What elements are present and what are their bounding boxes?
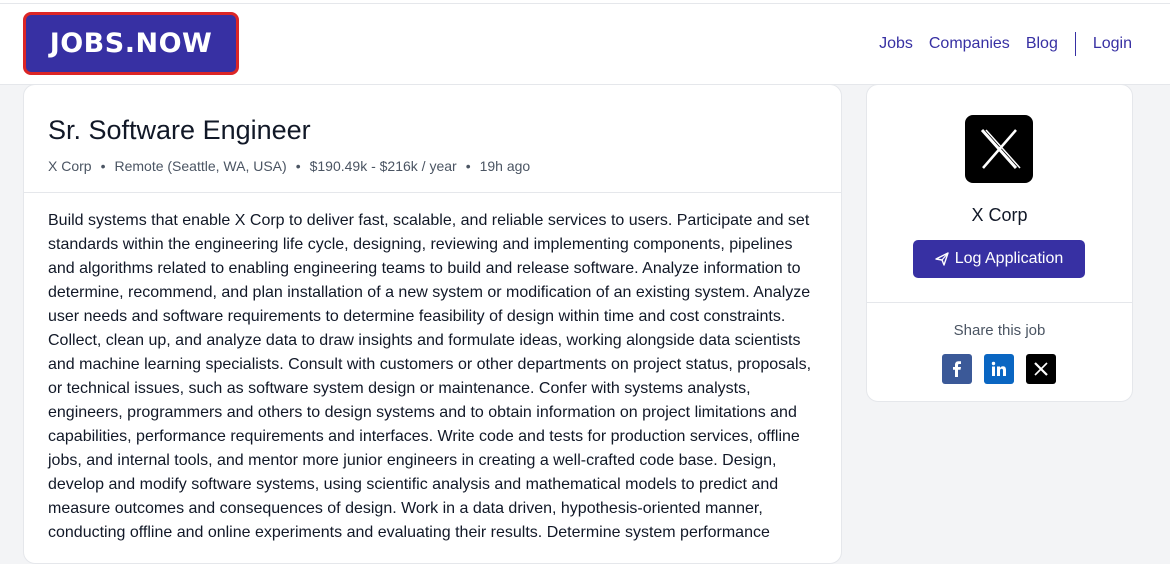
nav-login-link[interactable]: Login — [1093, 35, 1132, 53]
company-name[interactable]: X Corp — [867, 205, 1132, 226]
share-buttons — [942, 354, 1056, 384]
company-sidebar-card: X Corp Log Application Share this job — [866, 84, 1133, 402]
x-logo-icon[interactable] — [965, 115, 1033, 183]
nav-blog-link[interactable]: Blog — [1026, 35, 1058, 53]
job-details-card: Sr. Software Engineer X Corp • Remote (S… — [23, 84, 842, 564]
nav-jobs-link[interactable]: Jobs — [879, 35, 913, 53]
job-meta: X Corp • Remote (Seattle, WA, USA) • $19… — [48, 158, 817, 174]
meta-separator: • — [295, 158, 301, 174]
site-header: JOBS.NOW Jobs Companies Blog Login — [0, 4, 1170, 85]
job-posted-time: 19h ago — [479, 158, 531, 174]
job-salary: $190.49k - $216k / year — [309, 158, 457, 174]
meta-separator: • — [465, 158, 471, 174]
meta-separator: • — [100, 158, 106, 174]
main-nav: Jobs Companies Blog Login — [879, 32, 1132, 56]
job-location: Remote (Seattle, WA, USA) — [114, 158, 287, 174]
share-label: Share this job — [953, 322, 1046, 339]
nav-companies-link[interactable]: Companies — [929, 35, 1010, 53]
linkedin-icon[interactable] — [984, 354, 1014, 384]
job-header: Sr. Software Engineer X Corp • Remote (S… — [24, 85, 841, 193]
job-title: Sr. Software Engineer — [48, 115, 311, 145]
nav-divider — [1074, 32, 1076, 56]
site-logo[interactable]: JOBS.NOW — [23, 12, 239, 75]
job-company[interactable]: X Corp — [48, 158, 92, 174]
x-share-icon[interactable] — [1026, 354, 1056, 384]
log-application-label: Log Application — [954, 250, 1064, 267]
send-icon — [935, 252, 949, 266]
facebook-icon[interactable] — [942, 354, 972, 384]
job-description: Build systems that enable X Corp to deli… — [48, 212, 812, 541]
log-application-button[interactable]: Log Application — [913, 240, 1085, 278]
sidebar-divider — [867, 302, 1132, 303]
